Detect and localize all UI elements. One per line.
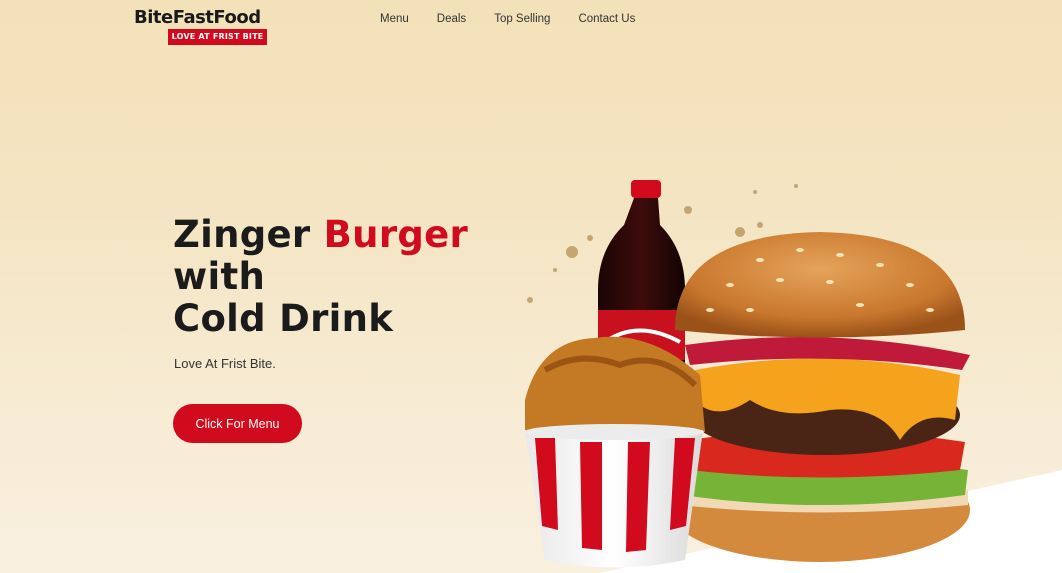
fried-chicken-bucket-icon <box>524 336 705 568</box>
hero-subtitle: Love At Frist Bite. <box>174 356 276 371</box>
brand-logo[interactable]: BiteFastFood LOVE AT FRIST BITE <box>134 7 268 45</box>
hero-title: Zinger Burger with Cold Drink <box>173 214 468 340</box>
hero-title-part1: Zinger <box>173 213 324 256</box>
nav-item-contact-us[interactable]: Contact Us <box>578 13 635 25</box>
burger-icon <box>670 232 970 562</box>
nav-item-top-selling[interactable]: Top Selling <box>494 13 550 25</box>
main-nav: Menu Deals Top Selling Contact Us <box>380 13 663 25</box>
brand-name: BiteFastFood <box>134 7 261 28</box>
nav-item-deals[interactable]: Deals <box>437 13 466 25</box>
hero-title-line3: Cold Drink <box>173 297 394 340</box>
click-for-menu-button[interactable]: Click For Menu <box>173 404 302 443</box>
hero-title-highlight: Burger <box>323 213 469 256</box>
hero-title-line2: with <box>173 255 266 298</box>
hero-food-image <box>524 180 970 568</box>
brand-tagline: LOVE AT FRIST BITE <box>168 29 267 45</box>
nav-item-menu[interactable]: Menu <box>380 13 409 25</box>
